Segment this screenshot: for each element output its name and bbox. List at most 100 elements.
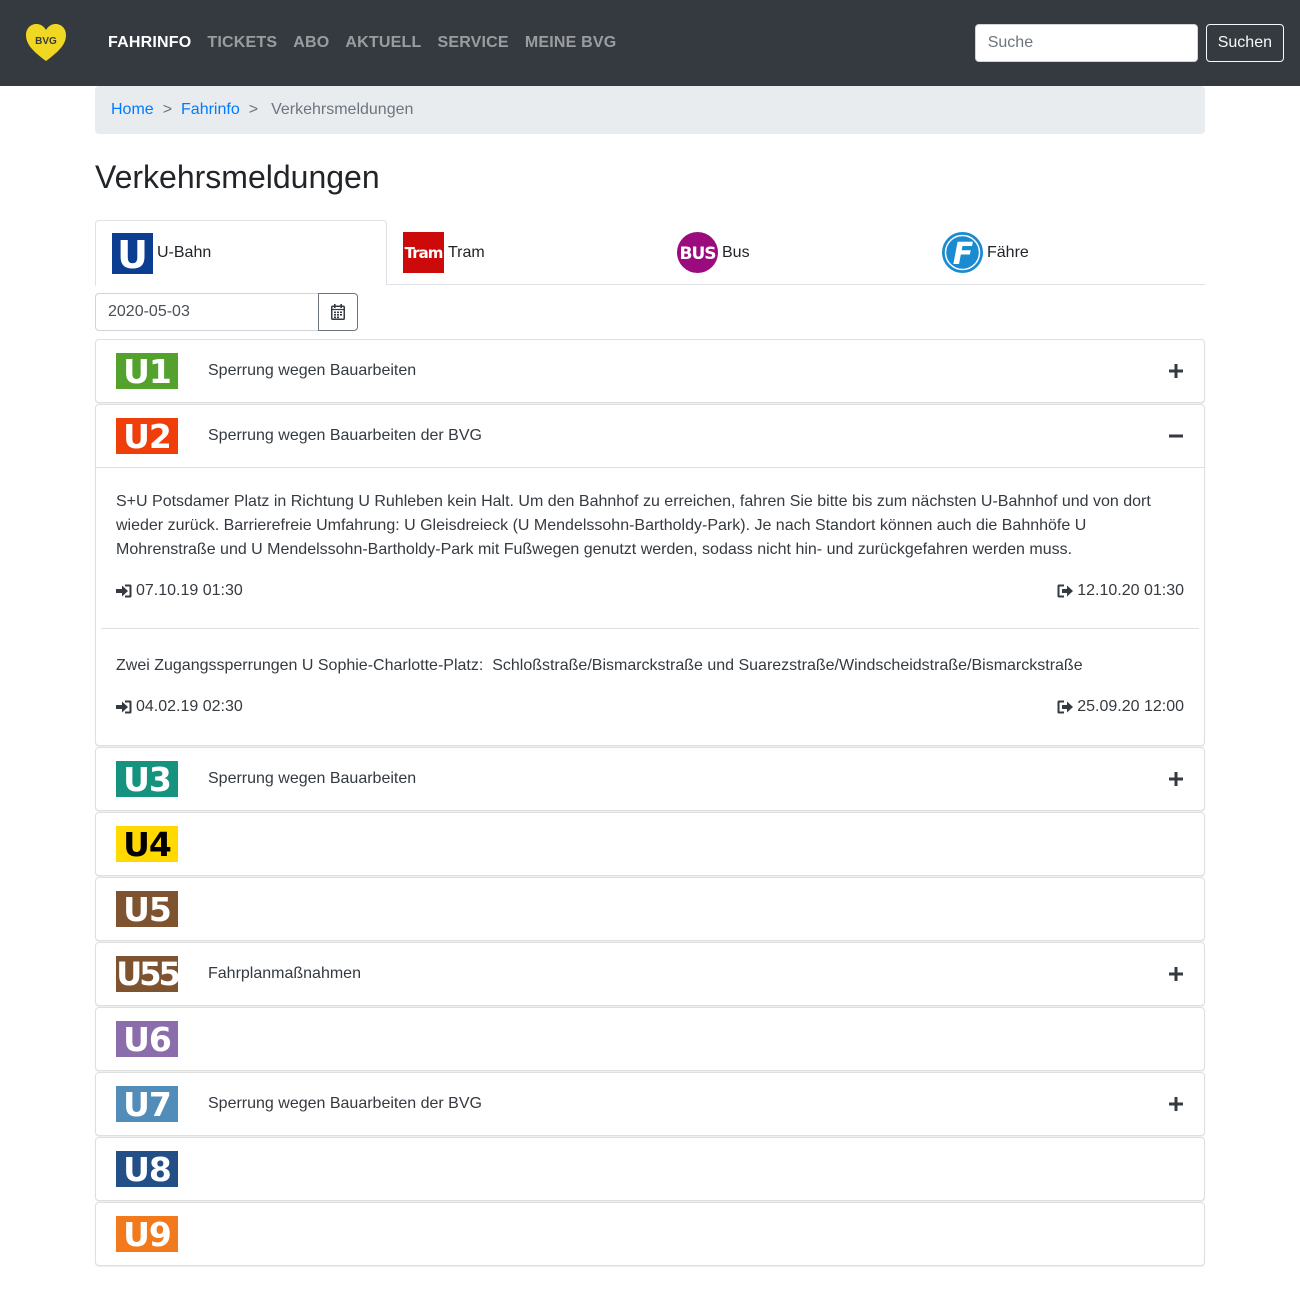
line-status-title: Fahrplanmaßnahmen (208, 965, 361, 982)
line-card-u2: U2 Sperrung wegen Bauarbeiten der BVG S+… (95, 404, 1205, 746)
line-header-u5: U5 (96, 878, 1204, 940)
line-badge: U1 (116, 353, 178, 389)
line-status-title: Sperrung wegen Bauarbeiten der BVG (208, 427, 482, 444)
line-details-u2: S+U Potsdamer Platz in Richtung U Ruhleb… (96, 467, 1204, 745)
line-card-u9: U9 (95, 1202, 1205, 1266)
line-badge: U9 (116, 1216, 178, 1252)
ferry-icon: F (942, 232, 983, 273)
line-header-u55[interactable]: U55 Fahrplanmaßnahmen (96, 943, 1204, 1005)
line-header-u8: U8 (96, 1138, 1204, 1200)
message-validity: 07.10.19 01:30 12.10.20 01:30 (116, 579, 1184, 603)
line-badge: U4 (116, 826, 178, 862)
line-badge: U6 (116, 1021, 178, 1057)
line-header-u9: U9 (96, 1203, 1204, 1265)
main-nav: FAHRINFO TICKETS ABO AKTUELL SERVICE MEI… (100, 26, 624, 60)
line-card-u5: U5 (95, 877, 1205, 941)
bus-icon: BUS (677, 232, 718, 273)
calendar-icon (331, 304, 345, 320)
line-header-u3[interactable]: U3 Sperrung wegen Bauarbeiten (96, 748, 1204, 810)
line-accordion: U1 Sperrung wegen Bauarbeiten U2 Sperrun… (95, 339, 1205, 1267)
line-status-title: Sperrung wegen Bauarbeiten der BVG (208, 1095, 482, 1112)
bvg-logo-text: BVG (35, 36, 57, 47)
ferry-icon-text: F (953, 237, 974, 272)
bus-icon-text: BUS (679, 244, 715, 264)
nav-abo[interactable]: ABO (285, 26, 337, 60)
expand-plus-icon[interactable] (1168, 1096, 1184, 1112)
valid-until-text: 25.09.20 12:00 (1077, 698, 1184, 715)
line-status-title: Sperrung wegen Bauarbeiten (208, 362, 417, 379)
tab-label: U-Bahn (157, 244, 212, 261)
tab-label: Bus (722, 243, 750, 261)
collapse-minus-icon[interactable] (1168, 428, 1184, 444)
tab-tram[interactable]: Tram Tram (403, 220, 653, 285)
sign-in-icon (116, 700, 132, 714)
line-status-title: Sperrung wegen Bauarbeiten (208, 770, 417, 787)
nav-aktuell[interactable]: AKTUELL (337, 26, 429, 60)
message-text: Zwei Zugangssperrungen U Sophie-Charlott… (116, 657, 1083, 674)
line-card-u8: U8 (95, 1137, 1205, 1201)
date-picker (95, 293, 358, 331)
valid-until: 12.10.20 01:30 (1057, 582, 1184, 600)
valid-from: 04.02.19 02:30 (116, 698, 243, 716)
breadcrumb-home[interactable]: Home (111, 101, 154, 119)
date-input[interactable] (95, 293, 318, 331)
line-badge: U55 (116, 955, 181, 993)
message-text: S+U Potsdamer Platz in Richtung U Ruhleb… (116, 493, 1151, 558)
line-header-u4: U4 (96, 813, 1204, 875)
nav-fahrinfo[interactable]: FAHRINFO (100, 26, 199, 60)
line-card-u6: U6 (95, 1007, 1205, 1071)
search-form: Suchen (974, 24, 1284, 62)
valid-from: 07.10.19 01:30 (116, 582, 243, 600)
breadcrumb-current: Verkehrsmeldungen (271, 101, 414, 118)
breadcrumb-fahrinfo[interactable]: Fahrinfo (181, 101, 240, 119)
expand-plus-icon[interactable] (1168, 966, 1184, 982)
valid-from-text: 04.02.19 02:30 (136, 698, 243, 715)
search-input[interactable] (974, 24, 1198, 62)
breadcrumb: Home > Fahrinfo > Verkehrsmeldungen (95, 86, 1205, 134)
page-title: Verkehrsmeldungen (95, 159, 380, 195)
u-bahn-icon: U (112, 232, 153, 274)
calendar-button[interactable] (318, 293, 358, 331)
tab-label: Fähre (987, 243, 1029, 261)
line-card-u4: U4 (95, 812, 1205, 876)
line-badge: U3 (116, 761, 178, 797)
line-header-u2[interactable]: U2 Sperrung wegen Bauarbeiten der BVG (96, 405, 1204, 467)
line-card-u7: U7 Sperrung wegen Bauarbeiten der BVG (95, 1072, 1205, 1136)
bvg-logo[interactable]: BVG (24, 23, 68, 63)
line-header-u1[interactable]: U1 Sperrung wegen Bauarbeiten (96, 340, 1204, 402)
tab-label: Tram (448, 243, 485, 261)
nav-meine-bvg[interactable]: MEINE BVG (517, 26, 625, 60)
line-header-u6: U6 (96, 1008, 1204, 1070)
bvg-heart-icon: BVG (26, 24, 66, 61)
line-card-u3: U3 Sperrung wegen Bauarbeiten (95, 747, 1205, 811)
line-badge: U8 (116, 1151, 178, 1187)
valid-until-text: 12.10.20 01:30 (1077, 582, 1184, 599)
u-bahn-icon-text: U (117, 233, 148, 274)
line-header-u7[interactable]: U7 Sperrung wegen Bauarbeiten der BVG (96, 1073, 1204, 1135)
tram-icon: Tram (403, 232, 444, 273)
breadcrumb-separator: > (162, 101, 173, 118)
tab-faehre[interactable]: F Fähre (942, 220, 1192, 285)
line-badge: U5 (116, 891, 178, 927)
sign-out-icon (1057, 700, 1074, 714)
line-card-u1: U1 Sperrung wegen Bauarbeiten (95, 339, 1205, 403)
nav-service[interactable]: SERVICE (429, 26, 516, 60)
search-button[interactable]: Suchen (1205, 24, 1284, 62)
tab-u-bahn[interactable]: U U-Bahn (95, 220, 387, 286)
line-badge: U7 (116, 1086, 178, 1122)
sign-out-icon (1057, 584, 1074, 598)
top-navbar: BVG FAHRINFO TICKETS ABO AKTUELL SERVICE… (0, 0, 1300, 86)
expand-plus-icon[interactable] (1168, 771, 1184, 787)
expand-plus-icon[interactable] (1168, 363, 1184, 379)
tab-bus[interactable]: BUS Bus (677, 220, 927, 285)
transport-tabs: U U-Bahn Tram Tram BUS Bus F Fähre (95, 220, 1205, 286)
valid-from-text: 07.10.19 01:30 (136, 582, 243, 599)
breadcrumb-separator: > (248, 101, 259, 118)
message-validity: 04.02.19 02:30 25.09.20 12:00 (116, 695, 1184, 719)
tram-icon-text: Tram (405, 244, 443, 262)
message-divider (101, 628, 1199, 629)
valid-until: 25.09.20 12:00 (1057, 698, 1184, 716)
disruption-message: Zwei Zugangssperrungen U Sophie-Charlott… (116, 654, 1184, 745)
nav-tickets[interactable]: TICKETS (199, 26, 285, 60)
line-badge: U2 (116, 418, 178, 454)
